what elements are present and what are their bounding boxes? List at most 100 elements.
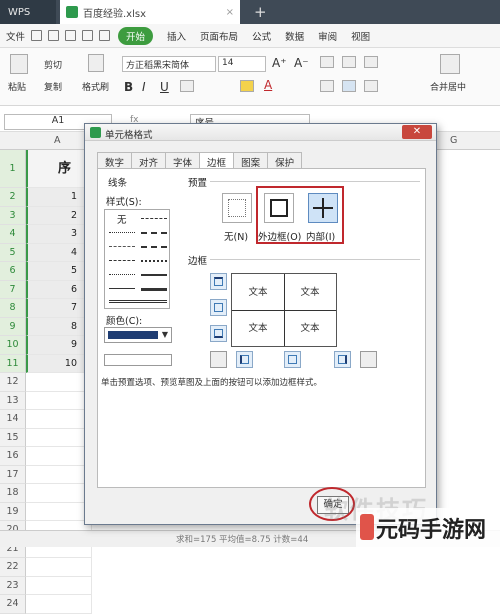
table-cell[interactable] [26,595,92,614]
table-cell[interactable]: 2 [26,206,92,225]
line-style-option[interactable] [109,232,135,233]
border-left-button[interactable] [236,351,253,368]
border-diag-down-button[interactable] [360,351,377,368]
row-header[interactable]: 10 [0,336,26,355]
row-header[interactable]: 19 [0,502,26,521]
underline-icon[interactable]: U [160,80,169,94]
table-cell[interactable]: 8 [26,317,92,336]
line-style-option[interactable] [141,218,167,219]
border-bottom-button[interactable] [210,325,227,342]
align-middle-icon[interactable] [342,56,356,68]
table-cell[interactable]: 5 [26,262,92,281]
row-header[interactable]: 23 [0,576,26,595]
print-preview-icon[interactable] [65,30,77,41]
row-header[interactable]: 6 [0,262,26,281]
row-header[interactable]: 13 [0,391,26,410]
bold-icon[interactable]: B [124,80,133,94]
format-painter-button[interactable]: 格式刷 [82,80,109,93]
line-style-option[interactable] [109,300,167,303]
row-header[interactable]: 4 [0,225,26,244]
tab-font[interactable]: 字体 [165,152,201,169]
merge-center-button[interactable]: 合并居中 [430,80,466,93]
menu-home[interactable]: 开始 [118,26,154,45]
row-header[interactable]: 5 [0,243,26,262]
fill-color-icon[interactable] [240,80,254,92]
table-cell[interactable]: 4 [26,243,92,262]
merge-center-icon[interactable] [440,54,460,74]
row-header[interactable]: 1 [0,150,26,188]
border-preview[interactable]: 文本 文本 文本 文本 [231,273,337,347]
row-header[interactable]: 11 [0,354,26,373]
tab-border[interactable]: 边框 [199,152,235,169]
table-cell[interactable]: 10 [26,354,92,373]
font-color-icon[interactable]: A [264,78,272,92]
row-header[interactable]: 3 [0,206,26,225]
row-header[interactable]: 7 [0,280,26,299]
line-style-option[interactable] [141,274,167,276]
font-size-select[interactable]: 14 [218,56,266,72]
line-style-option[interactable] [141,288,167,291]
line-style-option[interactable] [109,246,135,247]
align-right-icon[interactable] [364,80,378,92]
table-cell[interactable] [26,465,92,484]
align-center-icon[interactable] [342,80,356,92]
table-cell[interactable]: 6 [26,280,92,299]
row-header[interactable]: 16 [0,447,26,466]
line-style-option[interactable] [109,260,135,261]
header-cell[interactable]: 序号 [26,150,92,214]
align-bottom-icon[interactable] [364,56,378,68]
border-middle-button[interactable] [210,299,227,316]
line-style-option[interactable] [141,232,167,234]
menu-review[interactable]: 审阅 [318,29,337,43]
border-diag-up-button[interactable] [210,351,227,368]
row-header[interactable]: 2 [0,188,26,207]
table-cell[interactable] [26,558,92,577]
preset-none-button[interactable] [222,193,252,223]
menu-view[interactable]: 视图 [351,29,370,43]
table-cell[interactable]: 3 [26,225,92,244]
table-cell[interactable] [26,576,92,595]
row-header[interactable]: 22 [0,558,26,577]
menu-data[interactable]: 数据 [285,29,304,43]
row-header[interactable]: 24 [0,595,26,614]
tab-protection[interactable]: 保护 [267,152,303,169]
table-cell[interactable]: 9 [26,336,92,355]
paste-label[interactable]: 粘贴 [8,80,26,93]
border-top-button[interactable] [210,273,227,290]
style-none-option[interactable]: 无 [117,212,127,226]
new-tab-button[interactable]: + [254,0,274,24]
save-icon[interactable] [31,30,43,41]
document-tab[interactable]: 百度经验.xlsx × [60,0,240,24]
table-cell[interactable] [26,484,92,503]
line-style-list[interactable]: 无 [104,209,170,309]
table-cell[interactable] [26,447,92,466]
column-header[interactable]: G [450,135,457,146]
copy-button[interactable]: 复制 [44,80,62,93]
shrink-font-icon[interactable]: A⁻ [294,56,309,70]
table-cell[interactable] [26,502,92,521]
border-center-button[interactable] [284,351,301,368]
table-cell[interactable] [26,428,92,447]
row-header[interactable]: 14 [0,410,26,429]
italic-icon[interactable]: I [142,80,146,94]
row-header[interactable]: 18 [0,484,26,503]
menu-insert[interactable]: 插入 [167,29,186,43]
paste-icon[interactable] [10,54,28,74]
border-icon[interactable] [180,80,194,92]
line-style-option[interactable] [109,274,135,275]
border-right-button[interactable] [334,351,351,368]
tab-pattern[interactable]: 图案 [233,152,269,169]
grow-font-icon[interactable]: A⁺ [272,56,287,70]
table-cell[interactable]: 7 [26,299,92,318]
row-header[interactable]: 17 [0,465,26,484]
table-cell[interactable] [26,410,92,429]
line-style-option[interactable] [141,260,167,262]
line-style-option[interactable] [141,246,167,248]
row-header[interactable]: 12 [0,373,26,392]
file-menu[interactable]: 文件 [6,29,25,43]
wps-app-tab[interactable]: WPS [0,0,56,24]
tab-alignment[interactable]: 对齐 [131,152,167,169]
undo-icon[interactable] [82,30,94,41]
redo-icon[interactable] [99,30,111,41]
align-left-icon[interactable] [320,80,334,92]
